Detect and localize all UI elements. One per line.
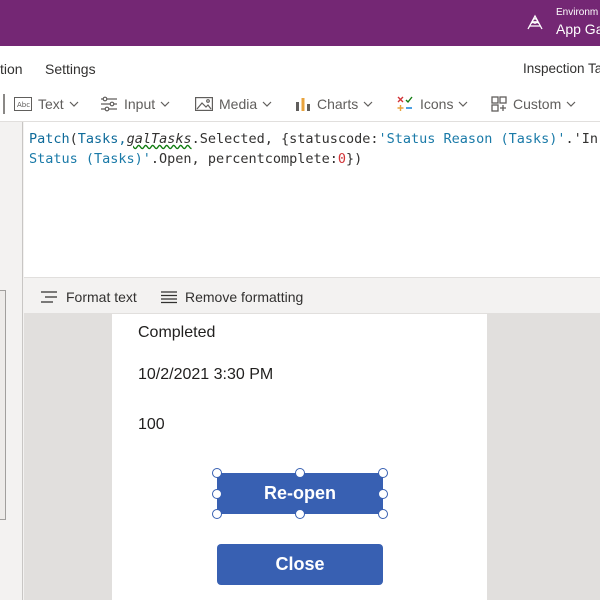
text-icon: Abc <box>14 97 32 111</box>
charts-menu-button[interactable]: Charts <box>295 95 373 113</box>
resize-handle-bottom-right[interactable] <box>378 509 388 519</box>
custom-menu-button[interactable]: Custom <box>491 95 576 113</box>
tab-inspection[interactable]: Inspection Ta <box>523 61 600 76</box>
reopen-button[interactable]: Re-open <box>217 473 383 514</box>
icons-menu-label: Icons <box>420 96 454 112</box>
formula-function: Patch <box>29 131 70 147</box>
formula-string: 'Status Reason (Tasks)' <box>378 131 566 147</box>
input-menu-label: Input <box>124 96 156 112</box>
chevron-down-icon <box>69 101 79 107</box>
custom-menu-label: Custom <box>513 96 562 112</box>
format-text-icon <box>41 291 57 303</box>
remove-formatting-button[interactable]: Remove formatting <box>161 289 303 305</box>
chevron-down-icon <box>566 101 576 107</box>
percent-label[interactable]: 100 <box>138 416 165 434</box>
bar-chart-icon <box>296 98 310 111</box>
resize-handle-bottom[interactable] <box>295 509 305 519</box>
environment-label: Environm <box>556 7 599 18</box>
svg-text:Abc: Abc <box>17 101 30 109</box>
menu-item-action[interactable]: tion <box>0 61 23 77</box>
image-icon <box>195 97 213 111</box>
remove-formatting-label: Remove formatting <box>185 289 304 305</box>
menu-item-settings[interactable]: Settings <box>45 61 96 77</box>
text-menu-button[interactable]: Abc Text <box>14 95 79 113</box>
icons-menu-button[interactable]: Icons <box>396 95 468 113</box>
charts-menu-label: Charts <box>317 96 359 112</box>
chevron-down-icon <box>459 101 468 107</box>
chevron-down-icon <box>160 101 170 107</box>
toolbar-divider <box>3 94 5 114</box>
chevron-down-icon <box>363 101 373 107</box>
resize-handle-right[interactable] <box>378 489 388 499</box>
media-menu-button[interactable]: Media <box>195 95 272 113</box>
panel-divider <box>22 122 23 600</box>
chevron-down-icon <box>262 101 272 107</box>
media-menu-label: Media <box>219 96 258 112</box>
resize-handle-top-left[interactable] <box>212 468 222 478</box>
text-menu-label: Text <box>38 96 64 112</box>
formula-format-bar: Format text Remove formatting <box>24 277 600 314</box>
remove-formatting-icon <box>161 290 177 303</box>
environment-name[interactable]: App Ga <box>556 21 600 37</box>
formula-line-1: Patch(Tasks,galTasks.Selected, {statusco… <box>29 131 598 147</box>
input-menu-button[interactable]: Input <box>100 95 170 113</box>
components-icon <box>491 96 507 112</box>
resize-handle-bottom-left[interactable] <box>212 509 222 519</box>
formula-bar[interactable]: Patch(Tasks,galTasks.Selected, {statusco… <box>24 122 600 277</box>
formula-line-2: Status (Tasks)'.Open, percentcomplete:0}… <box>29 151 363 167</box>
resize-handle-top[interactable] <box>295 468 305 478</box>
format-text-label: Format text <box>66 289 137 305</box>
menu-bar: tion Settings Inspection Ta <box>0 46 600 86</box>
formula-gallery-ref: galTasks <box>126 131 192 147</box>
status-label[interactable]: Completed <box>138 324 215 342</box>
sliders-icon <box>101 96 117 112</box>
resize-handle-top-right[interactable] <box>378 468 388 478</box>
panel-scrollbar[interactable] <box>0 290 6 520</box>
formula-datasource: Tasks, <box>77 131 127 147</box>
app-header: Environm App Ga <box>0 0 600 46</box>
close-button[interactable]: Close <box>217 544 383 585</box>
environment-icon[interactable] <box>526 13 544 31</box>
date-label[interactable]: 10/2/2021 3:30 PM <box>138 366 273 384</box>
formula-number: 0 <box>337 151 346 167</box>
format-text-button[interactable]: Format text <box>40 289 137 305</box>
icons-icon <box>397 96 413 111</box>
resize-handle-left[interactable] <box>212 489 222 499</box>
insert-toolbar: Abc Text Input Media Charts Icons Custom <box>0 86 600 122</box>
